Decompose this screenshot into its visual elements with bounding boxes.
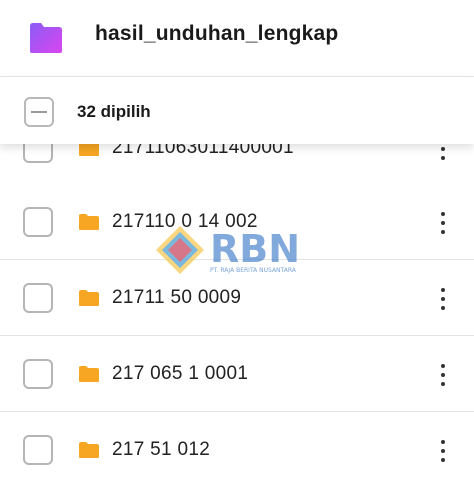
selected-count: 32 dipilih (77, 102, 151, 121)
list-item[interactable]: 217 065 1 0001 (0, 336, 474, 412)
folder-title: hasil_unduhan_lengkap (95, 22, 339, 45)
list-item[interactable]: 217 51 012 (0, 412, 474, 483)
folder-header: hasil_unduhan_lengkap (0, 0, 474, 76)
selection-bar: 32 dipilih (0, 76, 474, 144)
folder-icon (79, 290, 99, 306)
row-checkbox[interactable] (23, 283, 53, 313)
svg-text:RBN: RBN (210, 227, 300, 271)
file-name: 217 065 1 0001 (112, 363, 249, 384)
rbn-watermark-logo: RBN PT. RAJA BERITA NUSANTARA (156, 226, 300, 274)
more-options-icon[interactable] (436, 208, 450, 238)
folder-icon (79, 366, 99, 382)
svg-text:PT. RAJA BERITA NUSANTARA: PT. RAJA BERITA NUSANTARA (210, 267, 297, 274)
file-name: 21711 50 0009 (112, 287, 242, 308)
more-options-icon[interactable] (436, 436, 450, 466)
more-options-icon[interactable] (436, 360, 450, 390)
select-all-checkbox[interactable] (24, 97, 54, 127)
row-checkbox[interactable] (23, 435, 53, 465)
row-checkbox[interactable] (23, 359, 53, 389)
folder-icon (79, 214, 99, 230)
row-checkbox[interactable] (23, 207, 53, 237)
folder-icon (79, 442, 99, 458)
more-options-icon[interactable] (436, 284, 450, 314)
folder-icon (30, 23, 62, 53)
file-name: 217 51 012 (112, 439, 211, 460)
